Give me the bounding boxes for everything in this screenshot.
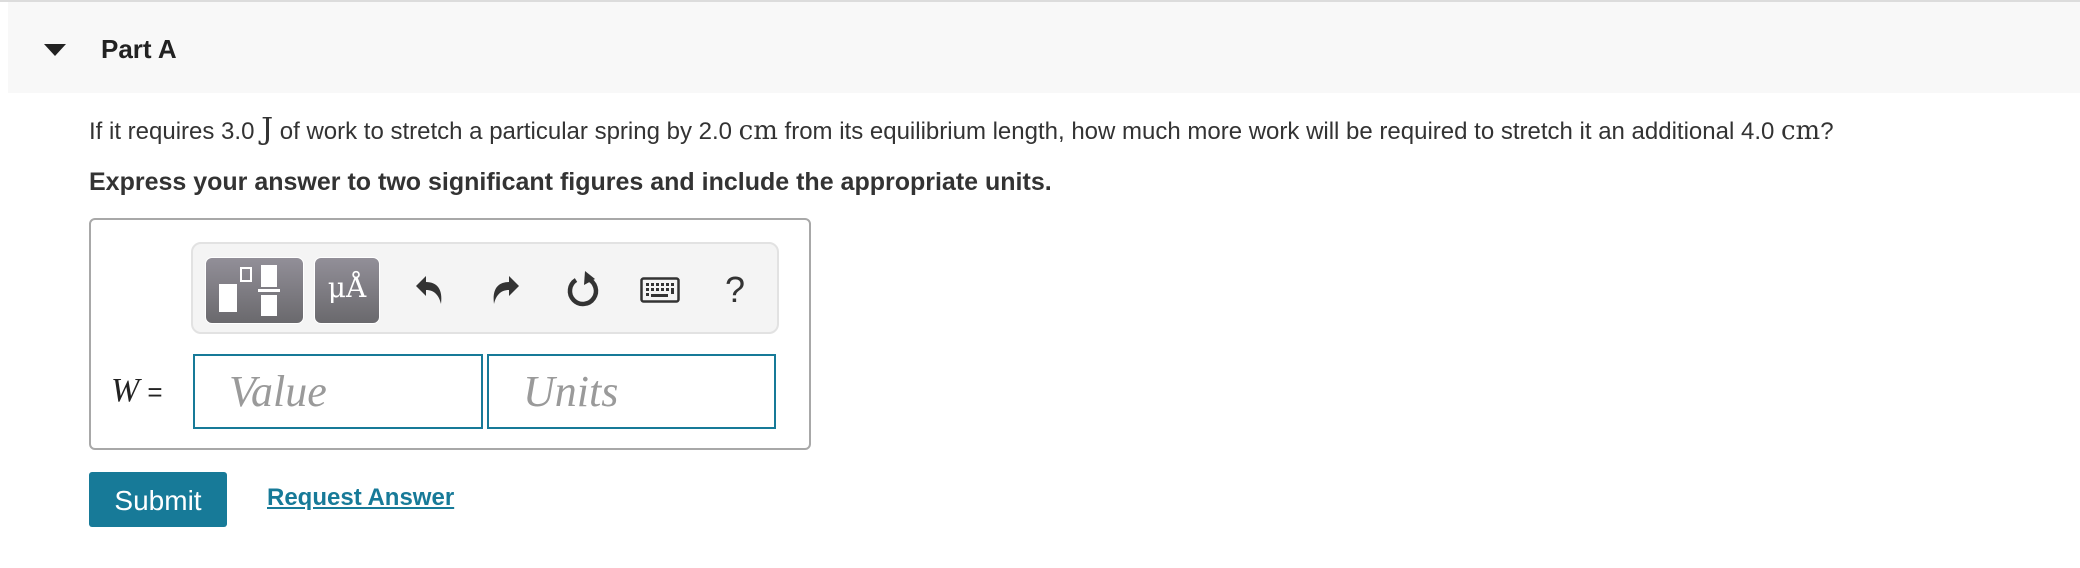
equals-sign: =	[147, 377, 163, 407]
undo-button[interactable]	[406, 266, 454, 314]
question-text-1: If it requires 3.0	[89, 118, 262, 145]
undo-icon	[416, 276, 442, 304]
help-icon: ?	[724, 269, 746, 310]
question-text-3: from its equilibrium length, how much mo…	[777, 118, 1781, 145]
unit-cm: cm	[1781, 116, 1821, 146]
redo-button[interactable]	[481, 266, 529, 314]
reset-icon	[567, 271, 599, 307]
value-input[interactable]	[193, 354, 483, 429]
submit-button[interactable]: Submit	[89, 472, 227, 527]
keyboard-icon	[640, 277, 680, 303]
redo-icon	[493, 276, 519, 304]
units-button[interactable]: μÅ	[314, 257, 380, 324]
caret-down-icon[interactable]	[44, 44, 66, 56]
part-header[interactable]: Part A	[8, 2, 2080, 93]
templates-button[interactable]	[205, 257, 304, 324]
units-input[interactable]	[487, 354, 776, 429]
reset-button[interactable]	[560, 266, 608, 314]
question-text-4: ?	[1820, 118, 1834, 145]
help-button[interactable]: ?	[711, 266, 759, 314]
part-title: Part A	[101, 34, 177, 64]
unit-cm: cm	[738, 116, 778, 146]
question-text: If it requires 3.0 J of work to stretch …	[89, 114, 1834, 148]
math-toolbar: μÅ ?	[191, 242, 779, 334]
variable-symbol: W	[111, 372, 140, 409]
answer-variable-label: W =	[111, 372, 163, 410]
question-text-2: of work to stretch a particular spring b…	[273, 118, 739, 145]
instruction-text: Express your answer to two significant f…	[89, 168, 1052, 196]
keyboard-button[interactable]	[636, 266, 684, 314]
unit-joule: J	[261, 112, 274, 147]
templates-icon	[219, 265, 280, 316]
units-symbol: μÅ	[327, 271, 367, 304]
request-answer-link[interactable]: Request Answer	[267, 482, 454, 514]
